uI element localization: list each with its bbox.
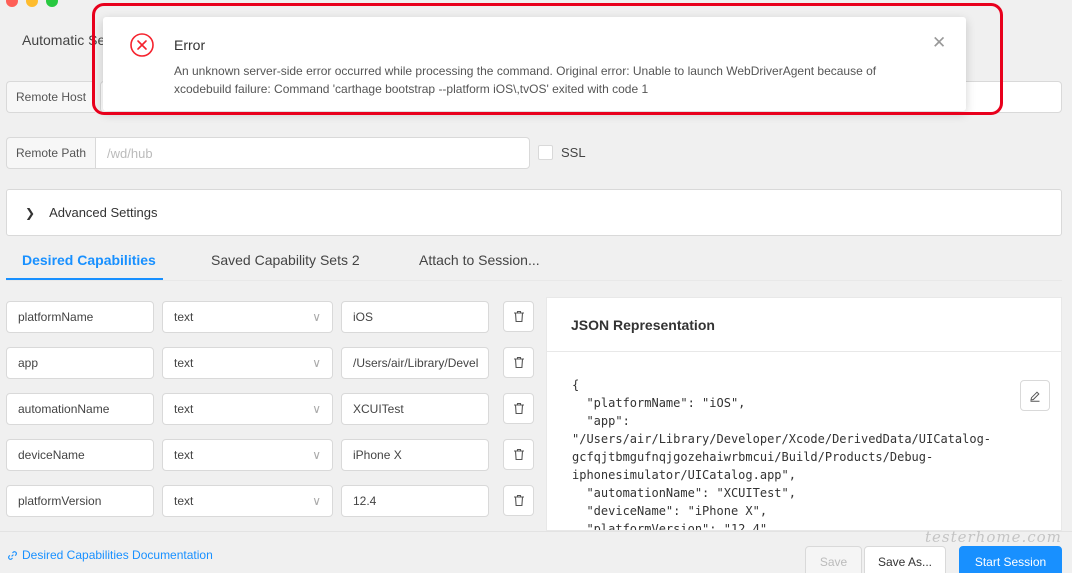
capability-type-select[interactable]: text ∨ <box>162 393 333 425</box>
capability-type-value: text <box>174 310 194 324</box>
tab-saved-capability-sets[interactable]: Saved Capability Sets 2 <box>211 252 360 268</box>
capability-name-input[interactable]: automationName <box>6 393 154 425</box>
capability-row: platformVersion text ∨ 12.4 <box>6 485 534 517</box>
capability-type-select[interactable]: text ∨ <box>162 347 333 379</box>
edit-json-button[interactable] <box>1020 380 1050 411</box>
capability-value-input[interactable]: iOS <box>341 301 489 333</box>
capability-type-select[interactable]: text ∨ <box>162 485 333 517</box>
advanced-settings-label: Advanced Settings <box>49 205 158 220</box>
capability-row: platformName text ∨ iOS <box>6 301 534 333</box>
json-line: "app": <box>572 414 630 428</box>
remote-host-field: Remote Host <box>6 81 96 113</box>
capability-value-input[interactable]: 12.4 <box>341 485 489 517</box>
json-line: "platformName": "iOS", <box>572 396 746 410</box>
save-as-button[interactable]: Save As... <box>864 546 946 573</box>
remote-host-label: Remote Host <box>6 81 96 113</box>
trash-icon <box>513 310 524 323</box>
ssl-checkbox-box[interactable] <box>538 145 553 160</box>
json-code: { "platformName": "iOS", "app": "/Users/a… <box>572 376 992 530</box>
link-icon <box>8 550 17 560</box>
capability-name-input[interactable]: deviceName <box>6 439 154 471</box>
chevron-down-icon: ∨ <box>312 448 321 462</box>
capabilities-docs-link[interactable]: Desired Capabilities Documentation <box>7 548 213 562</box>
capability-type-select[interactable]: text ∨ <box>162 439 333 471</box>
json-line: iphonesimulator/UICatalog.app", <box>572 468 796 482</box>
trash-icon <box>513 494 524 507</box>
capability-type-select[interactable]: text ∨ <box>162 301 333 333</box>
remote-path-field: Remote Path /wd/hub <box>6 137 531 169</box>
capability-value-input[interactable]: iPhone X <box>341 439 489 471</box>
chevron-down-icon: ∨ <box>312 310 321 324</box>
save-button[interactable]: Save <box>805 546 862 573</box>
capability-type-value: text <box>174 448 194 462</box>
capability-type-value: text <box>174 494 194 508</box>
capability-row: automationName text ∨ XCUITest <box>6 393 534 425</box>
chevron-down-icon: ∨ <box>312 494 321 508</box>
minimize-window-button[interactable] <box>26 0 38 7</box>
chevron-down-icon: ∨ <box>312 356 321 370</box>
delete-capability-button[interactable] <box>503 301 534 332</box>
capability-name-input[interactable]: platformName <box>6 301 154 333</box>
capability-value-input[interactable]: /Users/air/Library/Devel <box>341 347 489 379</box>
capability-value-input[interactable]: XCUITest <box>341 393 489 425</box>
footer-bar: Desired Capabilities Documentation Save … <box>0 531 1072 573</box>
chevron-right-icon: ❯ <box>25 205 36 220</box>
capabilities-tabs: Desired Capabilities Saved Capability Se… <box>6 240 1062 281</box>
json-line: gcfqjtbmgufnqjgozehaiwrbmcui/Build/Produ… <box>572 450 934 464</box>
active-tab-indicator <box>6 278 163 280</box>
capability-type-value: text <box>174 402 194 416</box>
delete-capability-button[interactable] <box>503 485 534 516</box>
json-panel-title: JSON Representation <box>547 298 1061 352</box>
close-window-button[interactable] <box>6 0 18 7</box>
tab-attach-to-session[interactable]: Attach to Session... <box>419 252 540 268</box>
json-line: "automationName": "XCUITest", <box>572 486 796 500</box>
watermark: testerhome.com <box>925 528 1062 546</box>
delete-capability-button[interactable] <box>503 347 534 378</box>
window-controls <box>6 0 58 7</box>
tab-desired-capabilities[interactable]: Desired Capabilities <box>22 252 156 268</box>
delete-capability-button[interactable] <box>503 393 534 424</box>
zoom-window-button[interactable] <box>46 0 58 7</box>
docs-link-label: Desired Capabilities Documentation <box>22 548 213 562</box>
trash-icon <box>513 356 524 369</box>
json-line: { <box>572 378 580 392</box>
json-representation-panel: JSON Representation { "platformName": "i… <box>546 297 1062 531</box>
capability-row: deviceName text ∨ iPhone X <box>6 439 534 471</box>
start-session-button[interactable]: Start Session <box>959 546 1062 573</box>
remote-path-input[interactable]: /wd/hub <box>95 137 531 169</box>
annotation-highlight-box <box>92 3 1003 115</box>
capability-row: app text ∨ /Users/air/Library/Devel <box>6 347 534 379</box>
delete-capability-button[interactable] <box>503 439 534 470</box>
trash-icon <box>513 402 524 415</box>
pencil-icon <box>1030 390 1040 402</box>
json-line: "deviceName": "iPhone X", <box>572 504 768 518</box>
advanced-settings-panel[interactable]: ❯ Advanced Settings <box>6 189 1062 236</box>
chevron-down-icon: ∨ <box>312 402 321 416</box>
trash-icon <box>513 448 524 461</box>
json-line: "/Users/air/Library/Developer/Xcode/Deri… <box>572 432 992 446</box>
capability-name-input[interactable]: platformVersion <box>6 485 154 517</box>
ssl-checkbox[interactable]: SSL <box>538 145 586 160</box>
remote-path-label: Remote Path <box>6 137 96 169</box>
capability-name-input[interactable]: app <box>6 347 154 379</box>
ssl-label: SSL <box>561 145 586 160</box>
capability-type-value: text <box>174 356 194 370</box>
